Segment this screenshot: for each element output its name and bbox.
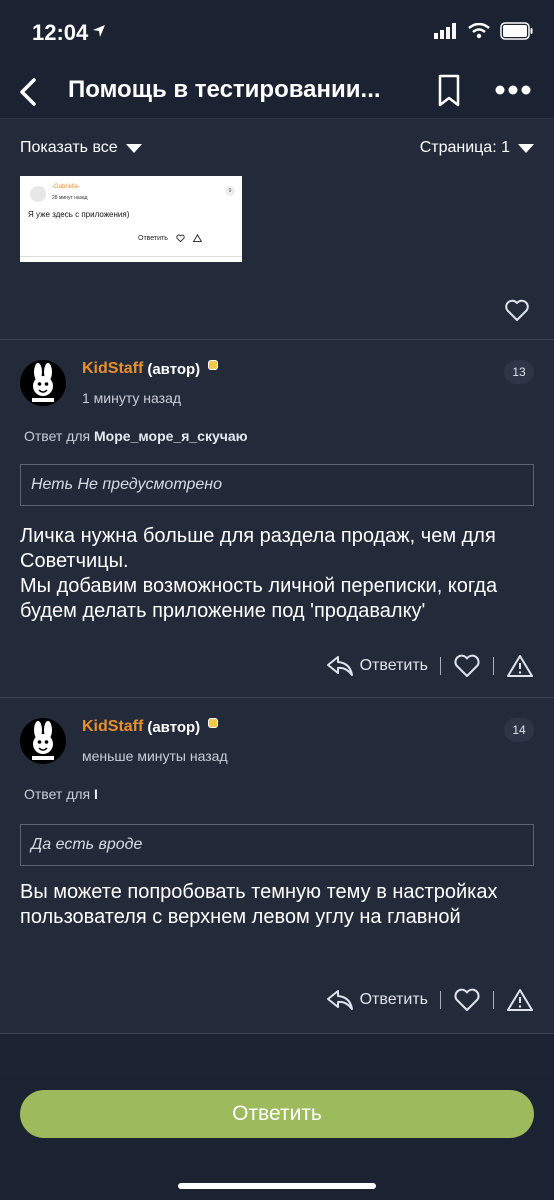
post: KidStaff (автор) 1 минуту назад 13 Ответ… bbox=[0, 340, 554, 698]
author-role: (автор) bbox=[147, 360, 201, 378]
post-body: Личка нужна больше для раздела продаж, ч… bbox=[20, 524, 534, 624]
post-body: Вы можете попробовать темную тему в наст… bbox=[20, 880, 534, 930]
divider bbox=[440, 657, 441, 675]
thumb-reply-label: Ответить bbox=[138, 234, 168, 242]
post-time: меньше минуты назад bbox=[82, 748, 228, 764]
cellular-signal-icon bbox=[434, 23, 456, 39]
reply-to-prefix: Ответ для bbox=[24, 428, 91, 444]
reply-to-user[interactable]: Море_море_я_скучаю bbox=[94, 428, 248, 444]
staff-badge-icon bbox=[208, 360, 219, 370]
avatar[interactable] bbox=[20, 360, 66, 406]
divider bbox=[493, 657, 494, 675]
warning-icon[interactable] bbox=[506, 988, 534, 1012]
bookmark-icon[interactable] bbox=[436, 74, 462, 108]
home-indicator bbox=[178, 1183, 376, 1189]
bottom-bar: Ответить bbox=[0, 1078, 554, 1200]
page-dropdown[interactable]: Страница: 1 bbox=[420, 139, 534, 157]
battery-icon bbox=[500, 22, 533, 40]
more-options-icon[interactable] bbox=[494, 80, 532, 100]
author-name[interactable]: KidStaff bbox=[82, 718, 143, 736]
post-body-text: Вы можете попробовать темную тему в наст… bbox=[20, 881, 498, 928]
avatar[interactable] bbox=[20, 718, 66, 764]
author-name[interactable]: KidStaff bbox=[82, 360, 143, 378]
heart-icon bbox=[176, 234, 185, 242]
reply-button[interactable]: Ответить bbox=[326, 988, 428, 1012]
author-line: KidStaff (автор) bbox=[82, 718, 219, 736]
back-icon[interactable] bbox=[14, 72, 44, 112]
status-bar: 12:04 bbox=[0, 0, 554, 66]
chevron-down-icon bbox=[518, 143, 534, 153]
heart-icon[interactable] bbox=[504, 298, 530, 322]
thumb-author: -Gabriella- bbox=[52, 184, 81, 190]
reply-arrow-icon bbox=[326, 990, 353, 1010]
thumb-actions: Ответить bbox=[138, 234, 202, 242]
reply-to-prefix: Ответ для bbox=[24, 786, 91, 802]
post-body-text: Личка нужна больше для раздела продаж, ч… bbox=[20, 525, 498, 622]
post-actions: Ответить bbox=[326, 988, 534, 1012]
reply-arrow-icon bbox=[326, 656, 353, 676]
reply-button[interactable]: Ответить bbox=[326, 654, 428, 678]
show-all-label: Показать все bbox=[20, 139, 118, 156]
staff-badge-icon bbox=[208, 718, 219, 728]
rabbit-logo-icon bbox=[32, 363, 54, 402]
warning-icon[interactable] bbox=[506, 654, 534, 678]
rabbit-logo-icon bbox=[32, 721, 54, 760]
attached-image[interactable]: -Gabriella- 28 минут назад 9 Я уже здесь… bbox=[20, 176, 242, 262]
author-role: (автор) bbox=[147, 718, 201, 736]
status-indicators bbox=[434, 22, 534, 40]
thumb-divider bbox=[20, 256, 242, 257]
status-time: 12:04 bbox=[32, 20, 89, 45]
navigation-bar: Помощь в тестировании... bbox=[0, 66, 554, 118]
post-actions: Ответить bbox=[326, 654, 534, 678]
filter-bar: Показать все Страница: 1 bbox=[0, 118, 554, 176]
thumb-time: 28 минут назад bbox=[52, 195, 88, 201]
thumb-text: Я уже здесь с приложения) bbox=[28, 210, 130, 219]
reply-to-topic-button[interactable]: Ответить bbox=[20, 1090, 534, 1138]
heart-icon[interactable] bbox=[453, 654, 481, 678]
quote-block: Да есть вроде bbox=[20, 824, 534, 866]
previous-post: -Gabriella- 28 минут назад 9 Я уже здесь… bbox=[0, 176, 554, 340]
quote-block: Неть Не предусмотрено bbox=[20, 464, 534, 506]
reply-to-line: Ответ для Море_море_я_скучаю bbox=[24, 428, 248, 444]
reply-label: Ответить bbox=[359, 657, 428, 674]
thumb-avatar bbox=[30, 186, 46, 202]
post-number-badge: 13 bbox=[504, 360, 534, 384]
location-arrow-icon bbox=[93, 25, 105, 37]
wifi-icon bbox=[468, 23, 490, 39]
thumb-badge: 9 bbox=[225, 186, 235, 196]
reply-to-user[interactable]: I bbox=[94, 786, 98, 802]
post: KidStaff (автор) меньше минуты назад 14 … bbox=[0, 698, 554, 1034]
divider bbox=[440, 991, 441, 1009]
divider bbox=[493, 991, 494, 1009]
page-title: Помощь в тестировании... bbox=[68, 76, 381, 103]
post-time: 1 минуту назад bbox=[82, 390, 182, 406]
reply-label: Ответить bbox=[359, 991, 428, 1008]
author-line: KidStaff (автор) bbox=[82, 360, 219, 378]
warning-icon bbox=[192, 234, 202, 242]
post-number-badge: 14 bbox=[504, 718, 534, 742]
chevron-down-icon bbox=[125, 143, 142, 153]
show-all-dropdown[interactable]: Показать все bbox=[20, 139, 142, 157]
reply-to-line: Ответ для I bbox=[24, 786, 98, 802]
page-label: Страница: 1 bbox=[419, 139, 510, 156]
heart-icon[interactable] bbox=[453, 988, 481, 1012]
